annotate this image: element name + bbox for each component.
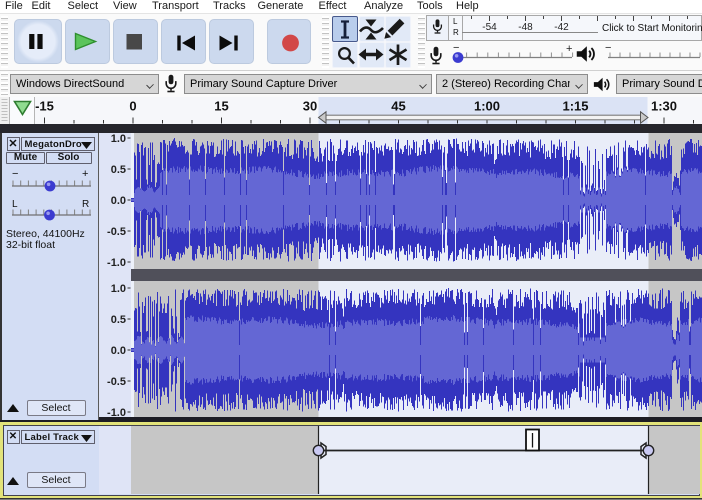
svg-text:0.5: 0.5 (111, 314, 126, 326)
svg-text:-0.5: -0.5 (107, 376, 126, 388)
svg-text:30: 30 (303, 99, 317, 114)
svg-text:1:15: 1:15 (562, 99, 588, 114)
svg-text:15: 15 (214, 99, 228, 114)
svg-text:-1.0: -1.0 (107, 257, 126, 269)
svg-text:0.0: 0.0 (111, 345, 126, 357)
svg-text:1:00: 1:00 (474, 99, 500, 114)
svg-text:-15: -15 (35, 99, 54, 114)
svg-text:1.0: 1.0 (111, 133, 126, 145)
svg-text:1:30: 1:30 (651, 99, 677, 114)
svg-text:Click to Start Monitoring: Click to Start Monitoring (602, 23, 702, 34)
svg-text:-48: -48 (518, 22, 533, 33)
svg-text:-0.5: -0.5 (107, 226, 126, 238)
svg-text:1.0: 1.0 (111, 283, 126, 295)
svg-text:0: 0 (129, 99, 136, 114)
svg-text:−: − (605, 42, 611, 54)
svg-text:L: L (12, 199, 18, 210)
svg-text:45: 45 (391, 99, 405, 114)
svg-text:0.0: 0.0 (111, 195, 126, 207)
svg-text:−: − (12, 168, 18, 180)
svg-text:R: R (82, 199, 89, 210)
svg-text:+: + (82, 168, 88, 180)
svg-text:0.5: 0.5 (111, 164, 126, 176)
svg-text:-54: -54 (482, 22, 497, 33)
svg-text:+: + (566, 43, 572, 55)
svg-text:-42: -42 (554, 22, 569, 33)
